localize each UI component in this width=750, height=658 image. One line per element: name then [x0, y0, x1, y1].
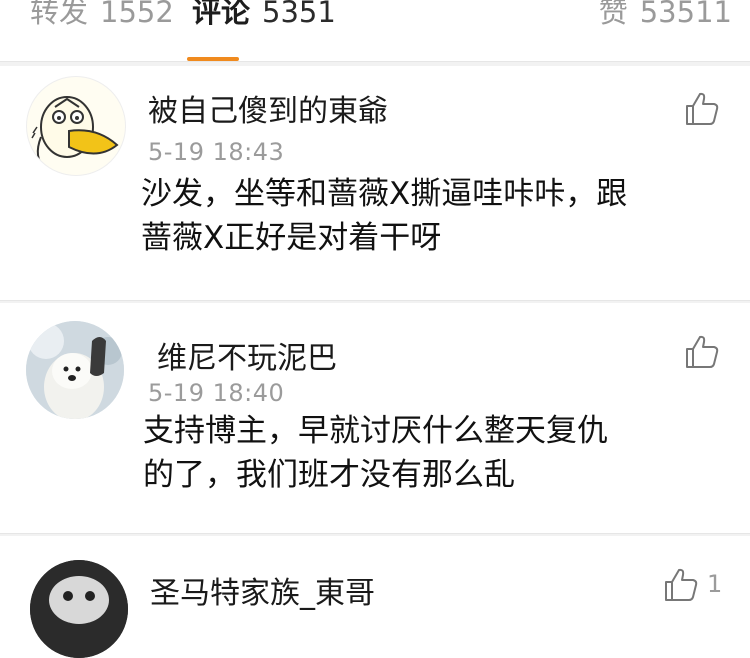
comment-text-line: 沙发，坐等和蔷薇X撕逼哇咔咔，跟	[141, 176, 628, 212]
tab-bar: 转发 1552 评论 5351 赞 53511	[0, 0, 750, 62]
tab-comment-label: 评论	[192, 0, 251, 29]
tab-comment-count: 5351	[262, 0, 336, 29]
comment-text-line: 支持博主，早就讨厌什么整天复仇	[143, 413, 608, 449]
tab-like-label: 赞	[598, 0, 628, 29]
comment-item[interactable]: 圣马特家族_東哥 1	[0, 536, 750, 658]
tab-like-count: 53511	[639, 0, 732, 29]
polar-bear-avatar[interactable]	[26, 321, 124, 419]
comment-time: 5-19 18:40	[148, 379, 285, 407]
thumbs-up-icon[interactable]	[683, 333, 721, 371]
thumbs-up-icon[interactable]	[683, 90, 721, 128]
comment-item[interactable]: 维尼不玩泥巴 5-19 18:40 支持博主，早就讨厌什么整天复仇 的了，我们班…	[0, 303, 750, 533]
comment-text: 沙发，坐等和蔷薇X撕逼哇咔咔，跟 蔷薇X正好是对着干呀	[141, 172, 627, 260]
cartoon-duck-avatar[interactable]	[26, 76, 126, 176]
thumbs-up-icon[interactable]	[662, 566, 700, 604]
comment-time: 5-19 18:43	[148, 138, 285, 166]
comment-text: 支持博主，早就讨厌什么整天复仇 的了，我们班才没有那么乱	[143, 409, 608, 497]
tab-repost[interactable]: 转发 1552	[30, 0, 174, 30]
like-count: 1	[707, 570, 723, 598]
comment-username[interactable]: 维尼不玩泥巴	[157, 333, 337, 377]
tab-repost-count: 1552	[100, 0, 174, 29]
comment-username[interactable]: 被自己傻到的東爺	[148, 86, 388, 130]
tab-repost-label: 转发	[30, 0, 89, 29]
comment-username[interactable]: 圣马特家族_東哥	[150, 568, 375, 612]
tab-comment[interactable]: 评论 5351	[192, 0, 336, 30]
comment-text-line: 蔷薇X正好是对着干呀	[141, 220, 442, 256]
comment-text-line: 的了，我们班才没有那么乱	[143, 457, 515, 493]
tab-like[interactable]: 赞 53511	[599, 0, 732, 30]
comment-item[interactable]: 被自己傻到的東爺 5-19 18:43 沙发，坐等和蔷薇X撕逼哇咔咔，跟 蔷薇X…	[0, 66, 750, 300]
user-avatar[interactable]	[30, 560, 128, 658]
